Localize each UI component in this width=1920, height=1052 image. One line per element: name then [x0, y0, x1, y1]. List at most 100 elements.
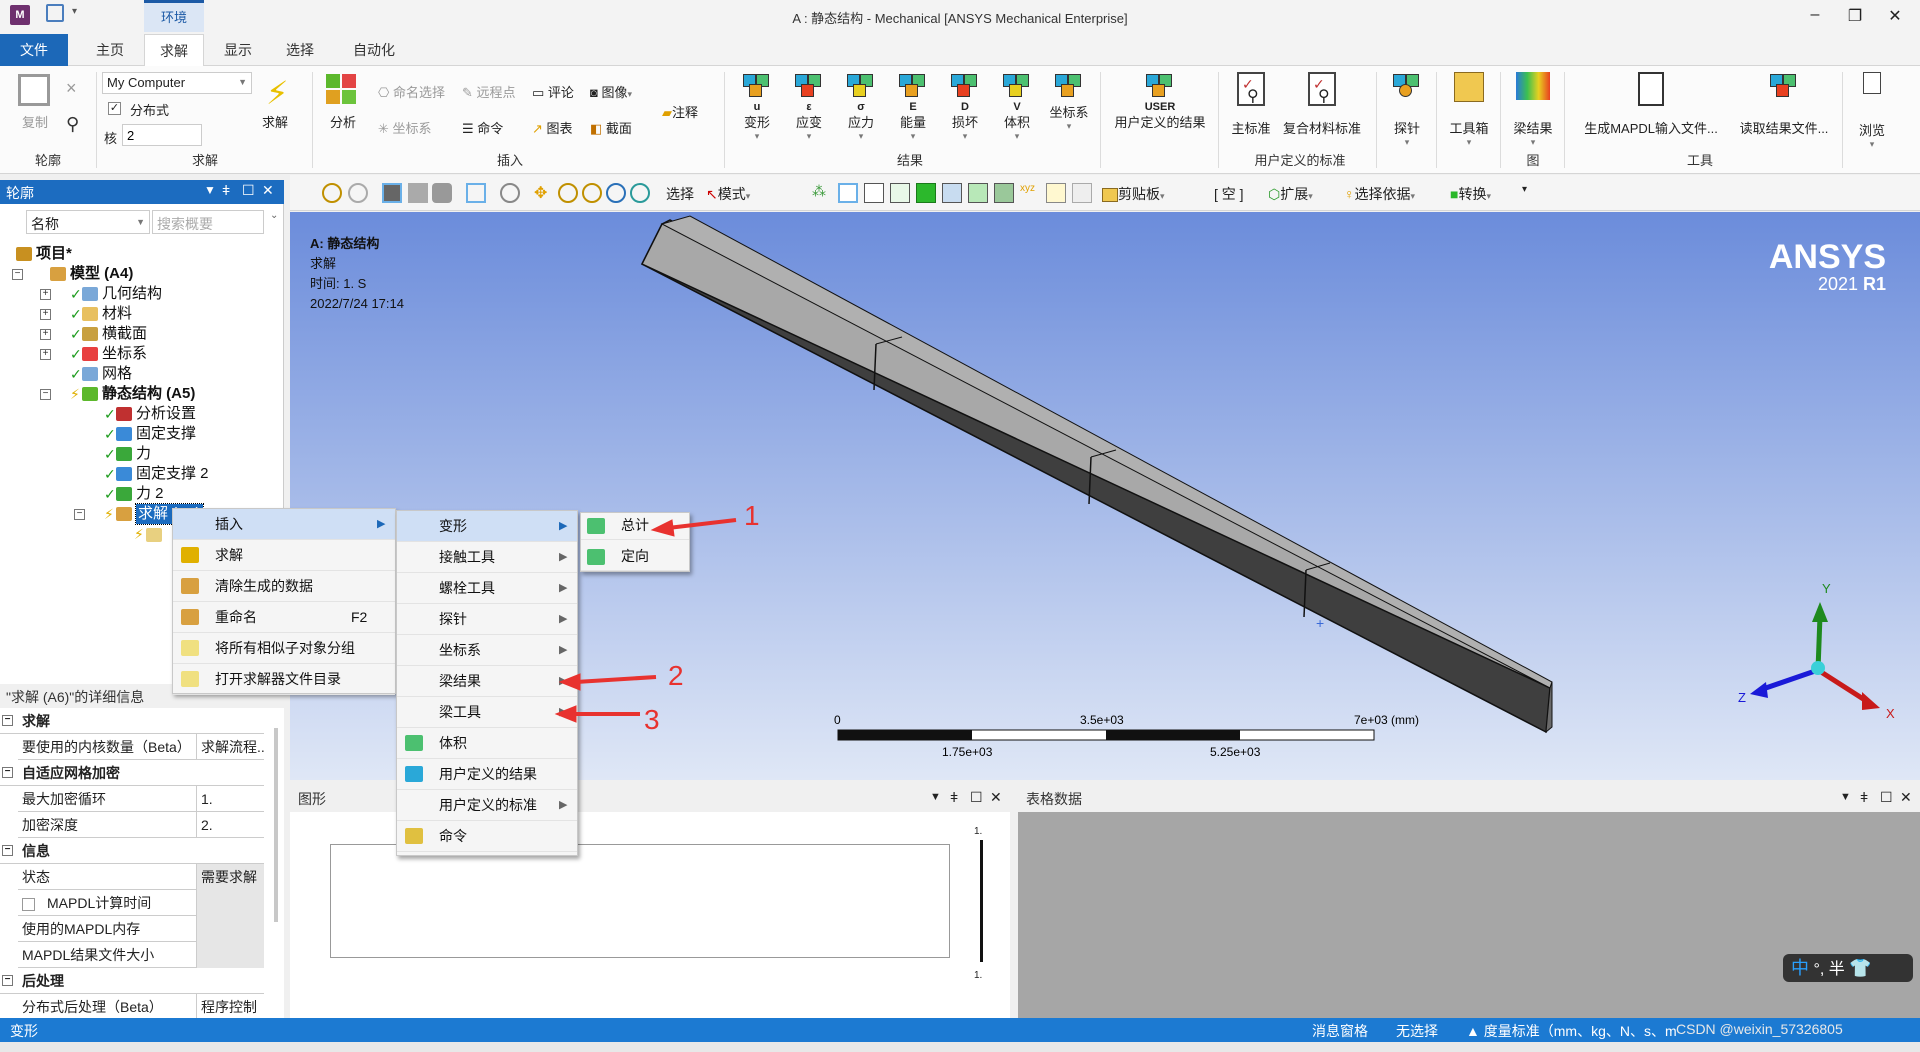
menu-item[interactable]: 重命名 F2: [173, 602, 395, 633]
tree-item-materials[interactable]: 材料: [102, 304, 132, 324]
result-volume-button[interactable]: V 体积 ▾: [992, 72, 1042, 142]
menu-item[interactable]: 插入 ▶: [173, 509, 395, 540]
tab-automation[interactable]: 自动化: [344, 34, 404, 66]
shaded-view-icon[interactable]: [382, 183, 402, 203]
menu-item[interactable]: 探针 ▶: [397, 604, 577, 635]
convert-dropdown[interactable]: ■转换▾: [1450, 184, 1491, 204]
details-section[interactable]: − 自适应网格加密: [0, 760, 264, 786]
primary-criteria-button[interactable]: ✓ ⚲ 主标准: [1228, 72, 1274, 137]
details-section[interactable]: − 后处理: [0, 968, 264, 994]
details-value[interactable]: 2.: [196, 812, 264, 838]
menu-item[interactable]: 命令: [397, 821, 577, 852]
image-button[interactable]: ◙ 图像▾: [590, 82, 632, 101]
close-panel-icon[interactable]: ✕: [1900, 789, 1912, 806]
generate-mapdl-input-button[interactable]: 生成MAPDL输入文件...: [1576, 72, 1726, 137]
menu-item[interactable]: 螺栓工具 ▶: [397, 573, 577, 604]
collapse-toggle[interactable]: −: [40, 389, 51, 400]
label-icon[interactable]: [1046, 183, 1066, 203]
toolbox-button[interactable]: 工具箱 ▾: [1444, 72, 1494, 148]
solution-information-icon[interactable]: [146, 528, 162, 542]
zoom-fit-all-icon[interactable]: [606, 183, 626, 203]
tab-home[interactable]: 主页: [88, 34, 132, 66]
axis-triad[interactable]: Y Z X: [1738, 581, 1895, 721]
collapse-toggle[interactable]: −: [12, 269, 23, 280]
name-filter-select[interactable]: 名称 ▼: [26, 210, 150, 234]
pan-icon[interactable]: ✥: [534, 183, 554, 203]
menu-item[interactable]: 用户定义的标准 ▶: [397, 790, 577, 821]
wireframe-view-icon[interactable]: [408, 183, 428, 203]
select-element-icon[interactable]: [994, 183, 1014, 203]
read-result-files-button[interactable]: 读取结果文件...: [1728, 72, 1840, 137]
menu-item[interactable]: 变形 ▶: [397, 511, 577, 542]
restore-button[interactable]: ❐: [1840, 6, 1870, 26]
tree-item-geometry[interactable]: 几何结构: [102, 284, 162, 304]
tree-item-fixed-support[interactable]: 固定支撑: [136, 424, 196, 444]
named-selection-button[interactable]: ⎔ 命名选择: [378, 82, 445, 101]
collapse-section-icon[interactable]: −: [2, 715, 13, 726]
collapse-toggle[interactable]: −: [74, 509, 85, 520]
select-element-face-icon[interactable]: [968, 183, 988, 203]
annotation-button[interactable]: ▰注释: [662, 102, 698, 121]
select-edge-icon[interactable]: [864, 183, 884, 203]
close-panel-icon[interactable]: ✕: [262, 182, 274, 199]
tree-item-cross-sections[interactable]: 横截面: [102, 324, 147, 344]
section-button[interactable]: ◧ 截面: [590, 118, 632, 137]
coordinate-system-button[interactable]: ✳ 坐标系: [378, 118, 432, 137]
zoom-to-fit-icon[interactable]: [322, 183, 342, 203]
tree-item-force[interactable]: 力: [136, 444, 151, 464]
parameter-checkbox[interactable]: [22, 897, 35, 911]
details-value[interactable]: 1.: [196, 786, 264, 812]
command-button[interactable]: ☰ 命令: [462, 118, 503, 137]
details-value[interactable]: 程序控制: [196, 994, 264, 1020]
tree-item-static-structural[interactable]: 静态结构 (A5): [102, 384, 195, 404]
details-value[interactable]: 求解流程...: [196, 734, 264, 760]
solve-bolt-icon[interactable]: ⚡: [266, 74, 288, 112]
zoom-icon[interactable]: [558, 183, 578, 203]
select-body-icon[interactable]: [916, 183, 936, 203]
beam-results-button[interactable]: 梁结果 ▾: [1508, 72, 1558, 148]
maximize-panel-icon[interactable]: ☐: [970, 789, 983, 806]
panel-menu-icon[interactable]: ▼: [204, 183, 216, 197]
expand-dropdown[interactable]: ⬡扩展▾: [1268, 184, 1313, 204]
result-deformation-button[interactable]: u 变形 ▾: [732, 72, 782, 142]
pin-panel-icon[interactable]: ǂ: [950, 789, 958, 805]
search-icon[interactable]: ⚲: [66, 114, 79, 135]
menu-item[interactable]: 总计: [581, 511, 689, 540]
details-section[interactable]: − 求解: [0, 708, 264, 734]
magnifier-icon[interactable]: [630, 183, 650, 203]
tree-item-model[interactable]: 模型 (A4): [70, 264, 133, 284]
box-zoom-icon[interactable]: [582, 183, 602, 203]
tree-item-coordinate-systems[interactable]: 坐标系: [102, 344, 147, 364]
analysis-icon[interactable]: [326, 74, 356, 104]
panel-menu-icon[interactable]: ▼: [1840, 791, 1851, 803]
ime-indicator[interactable]: 中 °, 半 👕: [1783, 954, 1913, 982]
probe-button[interactable]: 探针 ▾: [1384, 72, 1430, 148]
collapse-section-icon[interactable]: −: [2, 767, 13, 778]
menu-item[interactable]: 体积: [397, 728, 577, 759]
delete-icon[interactable]: ×: [66, 78, 77, 99]
maximize-panel-icon[interactable]: ☐: [1880, 789, 1893, 806]
menu-item[interactable]: 将所有相似子对象分组: [173, 633, 395, 664]
result-strain-button[interactable]: ε 应变 ▾: [784, 72, 834, 142]
menu-item[interactable]: 打开求解器文件目录: [173, 664, 395, 695]
graph-plot-area[interactable]: [330, 844, 950, 958]
menu-item[interactable]: 接触工具 ▶: [397, 542, 577, 573]
zoom-previous-icon[interactable]: [348, 183, 368, 203]
panel-menu-icon[interactable]: ▼: [930, 791, 941, 803]
solve-process-select[interactable]: My Computer ▼: [102, 72, 252, 94]
expand-toggle[interactable]: +: [40, 289, 51, 300]
remote-point-button[interactable]: ✎ 远程点: [462, 82, 516, 101]
details-scrollbar[interactable]: [274, 728, 278, 922]
time-marker[interactable]: [980, 840, 983, 962]
expand-toggle[interactable]: +: [40, 349, 51, 360]
select-mesh-icon[interactable]: ⁂: [812, 183, 832, 203]
xyz-icon[interactable]: xyz: [1020, 183, 1040, 203]
select-face-icon[interactable]: [890, 183, 910, 203]
analysis-button[interactable]: 分析: [330, 112, 356, 131]
tab-selection[interactable]: 选择: [278, 34, 322, 66]
box-select-icon[interactable]: [466, 183, 486, 203]
solve-button[interactable]: 求解: [262, 112, 288, 131]
distributed-checkbox[interactable]: ✓: [108, 102, 121, 115]
menu-item[interactable]: 定向: [581, 542, 689, 571]
maximize-panel-icon[interactable]: ☐: [242, 182, 255, 199]
